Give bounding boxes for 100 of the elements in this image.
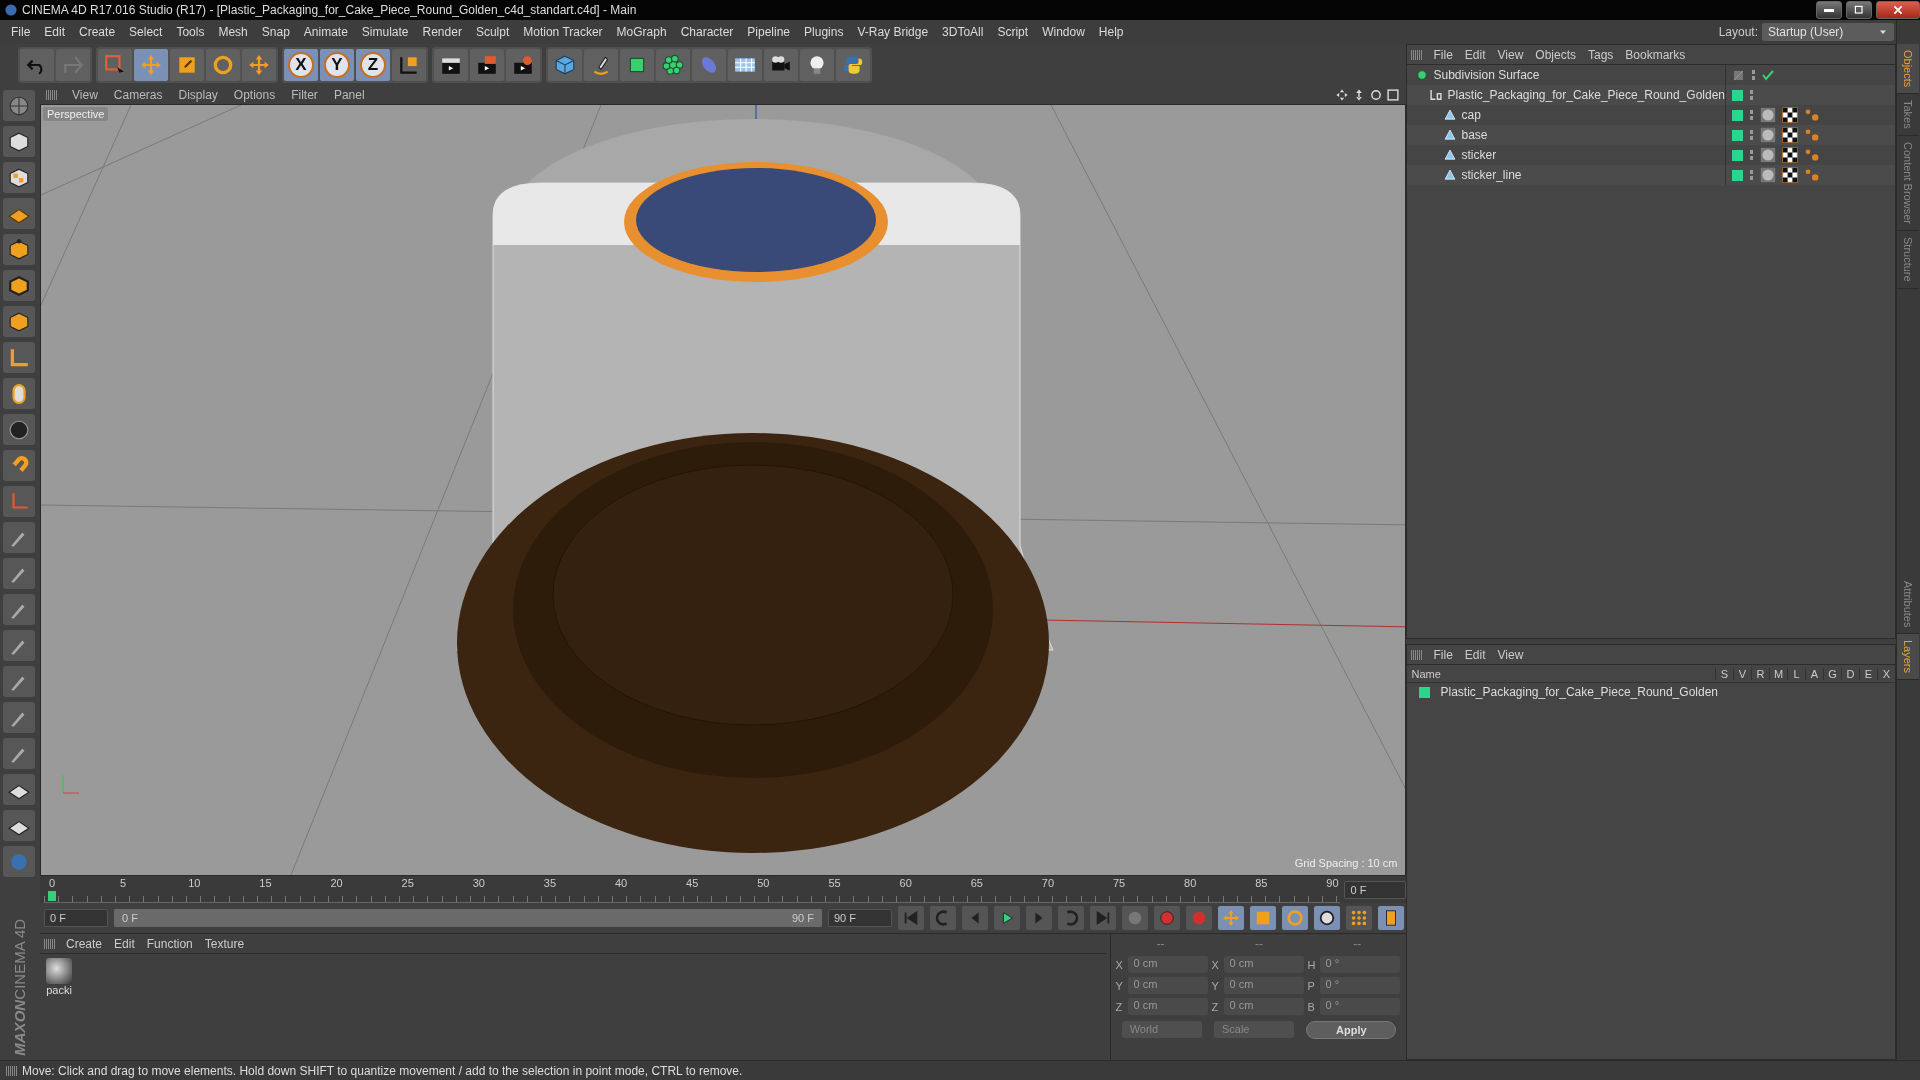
column-header: D (1841, 667, 1859, 680)
camera-label: Perspective (43, 107, 109, 121)
layout-dropdown[interactable]: Startup (User) (1762, 23, 1894, 41)
viewport-menu-item[interactable]: Filter (285, 88, 324, 102)
viewport-menu-item[interactable]: Options (227, 88, 282, 102)
axis-label: Z (1115, 1000, 1124, 1013)
object-row[interactable]: base (1407, 125, 1895, 145)
frame-tick: 55 (828, 877, 841, 889)
axis-label: Y (1115, 979, 1124, 992)
material-menu-item[interactable]: Texture (198, 936, 251, 951)
apply-button[interactable]: Apply (1306, 1021, 1397, 1039)
frame-tick: 60 (899, 877, 912, 889)
viewport-menu-item[interactable]: View (66, 88, 104, 102)
viewport-menu-item[interactable]: Panel (327, 88, 371, 102)
frame-tick: 65 (970, 877, 983, 889)
frame-tick: 10 (188, 877, 201, 889)
layer-menu-item[interactable]: View (1491, 647, 1530, 662)
coords-header: -- (1254, 937, 1263, 951)
layer-name: Plastic_Packaging_for_Cake_Piece_Round_Golden (1440, 685, 1718, 699)
menu-item[interactable]: Animate (296, 25, 355, 39)
frame-tick: 45 (686, 877, 699, 889)
viewport-menu-item[interactable]: Cameras (107, 88, 169, 102)
column-header: A (1805, 667, 1823, 680)
frame-tick: 70 (1041, 877, 1055, 889)
column-header: E (1859, 667, 1877, 680)
status-text: Move: Click and drag to move elements. Hold down SHIFT to quantize movement / add to the selection in point mode, CTRL to remove. (22, 1063, 743, 1078)
viewport-menu-item[interactable]: Display (172, 88, 224, 102)
menu-item[interactable]: MoGraph (609, 25, 674, 39)
layer-row[interactable]: Plastic_Packaging_for_Cake_Piece_Round_Golden (1407, 683, 1895, 701)
grid-spacing-label: Grid Spacing : 10 cm (1294, 857, 1398, 869)
frame-tick: 30 (472, 877, 485, 889)
coords-header: -- (1353, 937, 1362, 951)
object-menu-item[interactable]: Bookmarks (1619, 47, 1692, 62)
menu-item[interactable]: Mesh (211, 25, 255, 39)
menu-item[interactable]: Motion Tracker (516, 25, 610, 39)
menu-item[interactable]: Window (1035, 25, 1092, 39)
column-header: Name (1410, 667, 1442, 680)
frame-tick: 35 (543, 877, 557, 889)
frame-tick: 20 (330, 877, 343, 889)
side-tab[interactable]: Objects (1897, 44, 1919, 95)
range-end-text: 90 F (792, 912, 814, 924)
frame-range-slider[interactable]: 0 F 90 F (114, 909, 822, 927)
menu-item[interactable]: Help (1091, 25, 1131, 39)
menu-item[interactable]: V-Ray Bridge (850, 25, 936, 39)
menu-item[interactable]: Render (415, 25, 469, 39)
object-name: cap (1461, 108, 1481, 122)
layer-menu-item[interactable]: File (1427, 647, 1459, 662)
axis-label: P (1307, 979, 1316, 992)
menu-item[interactable]: Sculpt (468, 25, 517, 39)
material-menu-item[interactable]: Function (140, 936, 199, 951)
object-name: sticker (1461, 148, 1497, 162)
menu-item[interactable]: 3DToAll (935, 25, 991, 39)
material-menu-item[interactable]: Edit (108, 936, 141, 951)
object-menu-item[interactable]: File (1427, 47, 1459, 62)
menu-item[interactable]: Plugins (797, 25, 851, 39)
frame-tick: 90 (1326, 877, 1339, 889)
object-menu-item[interactable]: Tags (1582, 47, 1620, 62)
frame-tick: 40 (614, 877, 628, 889)
layer-menu-item[interactable]: Edit (1458, 647, 1492, 662)
frame-tick: 85 (1255, 877, 1268, 889)
material-menu-item[interactable]: Create (60, 936, 109, 951)
axis-label: H (1307, 958, 1317, 971)
axis-label: Z (1211, 1000, 1220, 1013)
menu-item[interactable]: Select (122, 25, 170, 39)
side-tab[interactable]: Layers (1897, 633, 1919, 680)
frame-tick: 80 (1184, 877, 1197, 889)
menu-item[interactable]: Simulate (354, 25, 416, 39)
column-header: X (1877, 667, 1895, 680)
object-name: base (1461, 128, 1488, 142)
window-title: CINEMA 4D R17.016 Studio (R17) - [Plastic_Packaging_for_Cake_Piece_Round_Golden_c4d_standart.c4d] - Main (22, 3, 638, 17)
material-name: packi (46, 984, 72, 996)
frame-tick: 50 (757, 877, 770, 889)
range-start-text: 0 F (122, 912, 138, 924)
object-menu-item[interactable]: Objects (1529, 47, 1582, 62)
object-menu-item[interactable]: Edit (1458, 47, 1492, 62)
object-name: sticker_line (1461, 168, 1522, 182)
menu-item[interactable]: Tools (169, 25, 212, 39)
menu-item[interactable]: Script (990, 25, 1036, 39)
coords-header: -- (1156, 937, 1165, 951)
axis-label: Y (1211, 979, 1220, 992)
object-name: Plastic_Packaging_for_Cake_Piece_Round_Golden (1447, 88, 1725, 102)
menu-item[interactable]: Pipeline (740, 25, 798, 39)
menu-item[interactable]: Create (72, 25, 123, 39)
object-row[interactable]: sticker_line (1407, 165, 1895, 185)
start-frame-field[interactable]: 0 F (44, 909, 108, 927)
object-menu-item[interactable]: View (1491, 47, 1530, 62)
logo-brand: MAXON (10, 1000, 28, 1056)
current-frame-field[interactable]: 0 F (1344, 880, 1407, 899)
menu-item[interactable]: File (4, 25, 38, 39)
menu-item[interactable]: Snap (254, 25, 297, 39)
object-row[interactable]: Plastic_Packaging_for_Cake_Piece_Round_Golden (1407, 85, 1895, 105)
frame-tick: 5 (120, 877, 127, 889)
end-frame-field[interactable]: 90 F (828, 909, 892, 927)
menu-item[interactable]: Edit (37, 25, 73, 39)
column-header: R (1751, 667, 1769, 680)
timeline-ruler[interactable]: 0 5 10 15 20 25 30 35 40 45 50 55 60 65 70 75 80 85 90 (44, 876, 1341, 903)
menu-item[interactable]: Character (673, 25, 741, 39)
layout-label: Layout: (1718, 25, 1758, 39)
frame-tick: 15 (259, 877, 272, 889)
frame-tick: 25 (401, 877, 414, 889)
